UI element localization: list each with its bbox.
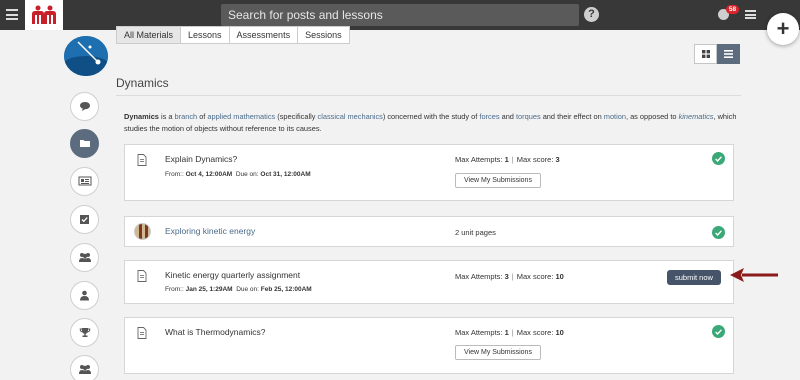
material-meta: Max Attempts: 1 | Max score: 3: [455, 155, 560, 164]
document-icon: [137, 327, 147, 339]
material-meta: Max Attempts: 1 | Max score: 10: [455, 328, 564, 337]
submit-now-button[interactable]: submit now: [667, 270, 721, 285]
sidebar-tasks-button[interactable]: [70, 205, 99, 234]
document-icon: [137, 270, 147, 282]
list-icon: [724, 50, 733, 58]
material-card[interactable]: What is Thermodynamics? Max Attempts: 1 |…: [124, 317, 734, 374]
user-icon: [80, 290, 89, 301]
material-title[interactable]: Explain Dynamics?: [165, 154, 237, 164]
tab-sessions[interactable]: Sessions: [298, 26, 350, 44]
group-icon: [78, 253, 91, 262]
material-title[interactable]: Exploring kinetic energy: [165, 226, 255, 236]
view-submissions-button[interactable]: View My Submissions: [455, 173, 541, 188]
material-filter-tabs: All Materials Lessons Assessments Sessio…: [116, 26, 350, 44]
notification-badge: 58: [726, 5, 739, 14]
grid-icon: [701, 50, 710, 58]
grid-view-button[interactable]: [694, 44, 717, 64]
completed-check-icon: [712, 325, 725, 338]
material-title[interactable]: Kinetic energy quarterly assignment: [165, 270, 300, 280]
material-dates: From:: Oct 4, 12:00AM Due on: Oct 31, 12…: [165, 171, 311, 178]
view-submissions-button[interactable]: View My Submissions: [455, 345, 541, 360]
link-torques[interactable]: torques: [516, 112, 541, 121]
material-card[interactable]: Explain Dynamics? From:: Oct 4, 12:00AM …: [124, 144, 734, 201]
material-meta: Max Attempts: 3 | Max score: 10: [455, 272, 564, 281]
course-avatar[interactable]: [64, 36, 108, 76]
help-icon[interactable]: ?: [584, 7, 599, 22]
material-title[interactable]: What is Thermodynamics?: [165, 327, 265, 337]
sidebar-achievements-button[interactable]: [70, 318, 99, 347]
sidebar-news-button[interactable]: [70, 167, 99, 196]
material-dates: From:: Jan 25, 1:29AM Due on: Feb 25, 12…: [165, 286, 312, 293]
menu-icon[interactable]: [6, 9, 18, 20]
completed-check-icon: [712, 226, 725, 239]
tab-lessons[interactable]: Lessons: [181, 26, 230, 44]
folder-description: Dynamics is a branch of applied mathemat…: [124, 112, 737, 133]
title-divider: [116, 95, 741, 96]
material-card[interactable]: Exploring kinetic energy 2 unit pages: [124, 216, 734, 247]
search-input[interactable]: Search for posts and lessons: [221, 4, 579, 26]
description-term: Dynamics: [124, 112, 159, 121]
link-applied-mathematics[interactable]: applied mathematics: [207, 112, 275, 121]
sidebar-groups-button[interactable]: [70, 243, 99, 272]
link-forces[interactable]: forces: [479, 112, 499, 121]
link-kinematics[interactable]: kinematics: [679, 112, 714, 121]
lesson-thumbnail: [134, 223, 151, 240]
sidebar-materials-button[interactable]: [70, 129, 99, 158]
document-icon: [137, 154, 147, 166]
view-toggle: [694, 44, 740, 64]
link-classical-mechanics[interactable]: classical mechanics: [318, 112, 383, 121]
add-button[interactable]: +: [767, 13, 799, 45]
sidebar-chat-button[interactable]: [70, 92, 99, 121]
sidebar-profile-button[interactable]: [70, 281, 99, 310]
checkbox-icon: [80, 215, 89, 224]
link-branch[interactable]: branch: [175, 112, 198, 121]
folder-icon: [79, 140, 90, 147]
completed-check-icon: [712, 152, 725, 165]
tab-assessments[interactable]: Assessments: [229, 26, 299, 44]
arrow-annotation: [730, 268, 778, 282]
group-icon: [78, 365, 91, 374]
sidebar-members-button[interactable]: [70, 355, 99, 380]
tab-all-materials[interactable]: All Materials: [116, 26, 182, 44]
material-meta: 2 unit pages: [455, 228, 496, 237]
app-logo[interactable]: [25, 0, 63, 30]
page-title: Dynamics: [116, 76, 169, 90]
link-motion[interactable]: motion: [604, 112, 626, 121]
list-menu-icon[interactable]: [745, 10, 756, 20]
news-icon: [78, 176, 91, 186]
list-view-button[interactable]: [717, 44, 740, 64]
chat-icon: [79, 102, 90, 111]
trophy-icon: [79, 328, 90, 337]
material-card[interactable]: Kinetic energy quarterly assignment From…: [124, 260, 734, 304]
